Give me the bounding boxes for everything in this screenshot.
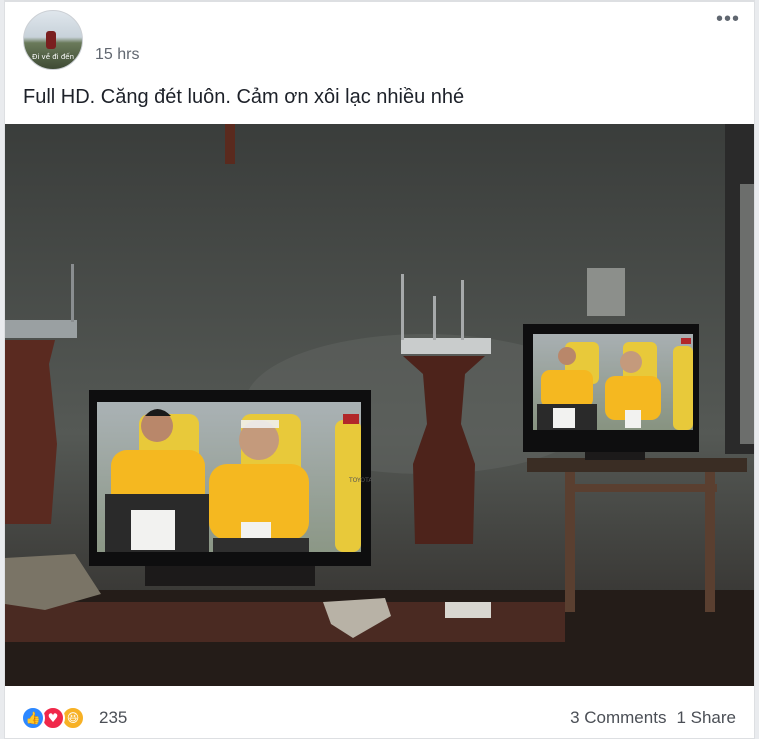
like-icon: 👍 — [21, 706, 45, 730]
reaction-count[interactable]: 235 — [99, 708, 127, 728]
comments-link[interactable]: 3 Comments — [570, 708, 666, 727]
post-footer: 👍 ♥ 😆 235 3 Comments 1 Share — [5, 692, 754, 738]
avatar-figure — [46, 31, 56, 49]
avatar[interactable]: Đi về đi đến — [23, 10, 83, 70]
avatar-caption: Đi về đi đến — [31, 53, 75, 61]
post-text: Full HD. Căng đét luôn. Cảm ơn xôi lạc n… — [23, 86, 465, 108]
post-timestamp[interactable]: 15 hrs — [95, 46, 139, 64]
more-options-icon[interactable]: ••• — [716, 9, 740, 29]
post-card: Đi về đi đến 15 hrs ••• Full HD. Căng đé… — [4, 0, 755, 739]
post-stats: 3 Comments 1 Share — [570, 708, 736, 728]
post-photo[interactable]: TOYOTA — [5, 124, 754, 686]
tv-seat-text: TOYOTA — [348, 477, 373, 484]
shares-link[interactable]: 1 Share — [676, 708, 736, 727]
photo-scene: TOYOTA — [5, 124, 754, 686]
